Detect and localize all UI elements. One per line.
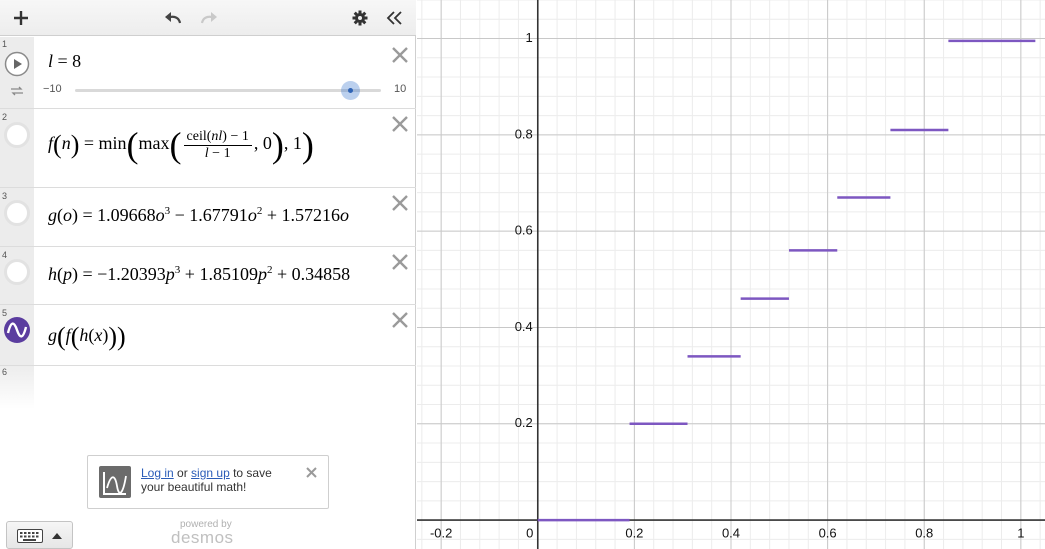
- x-tick-label: 0: [526, 526, 533, 541]
- x-tick-label: -0.2: [430, 526, 452, 541]
- close-icon: [306, 467, 317, 478]
- close-icon: [392, 116, 408, 132]
- expression-index: 3: [2, 191, 8, 201]
- delete-expression-button[interactable]: [390, 45, 410, 65]
- major-gridlines: [417, 0, 1045, 549]
- toggle-visibility-button[interactable]: [4, 259, 30, 285]
- delete-expression-button[interactable]: [390, 114, 410, 134]
- expression-index: 6: [2, 367, 8, 377]
- login-save-text: to save: [229, 466, 272, 480]
- undo-icon: [165, 12, 182, 24]
- slider-value: 8: [72, 51, 82, 71]
- y-tick-label: 0.8: [515, 126, 533, 141]
- series-g-f-h: [537, 39, 1036, 522]
- keypad-toggle-button[interactable]: [6, 521, 73, 549]
- add-item-button[interactable]: [8, 6, 34, 30]
- play-icon: [4, 51, 30, 77]
- slider-thumb[interactable]: [341, 81, 360, 100]
- y-tick-label: 1: [526, 30, 533, 45]
- redo-icon: [200, 12, 217, 24]
- expression-math[interactable]: f(n) = min(max(ceil(nl) − 1l − 1, 0), 1): [48, 124, 382, 166]
- x-tick-label: 1: [1017, 526, 1024, 541]
- redo-button[interactable]: [196, 6, 222, 30]
- slider-min-label: −10: [43, 83, 62, 95]
- double-chevron-left-icon: [386, 11, 402, 25]
- x-tick-label: 0.4: [722, 526, 740, 541]
- delete-expression-button[interactable]: [390, 252, 410, 272]
- login-message: Log in or sign up to save your beautiful…: [141, 466, 272, 494]
- expression-index: 4: [2, 250, 8, 260]
- sign-up-link[interactable]: sign up: [191, 466, 230, 480]
- x-tick-label: 0.6: [819, 526, 837, 541]
- delete-expression-button[interactable]: [390, 310, 410, 330]
- expression-item-4[interactable]: 4 h(p) = −1.20393p3 + 1.85109p2 + 0.3485…: [0, 248, 416, 305]
- expression-index: 1: [2, 39, 8, 49]
- loop-mode-button[interactable]: [9, 84, 25, 102]
- expression-item-6[interactable]: 6: [0, 367, 416, 409]
- expression-math[interactable]: g(f(h(x))): [48, 322, 382, 352]
- gear-icon: [352, 10, 368, 26]
- close-icon: [392, 47, 408, 63]
- login-line2-text: your beautiful math!: [141, 480, 247, 494]
- close-icon: [392, 254, 408, 270]
- toggle-visibility-button[interactable]: [4, 317, 30, 343]
- expression-math[interactable]: l = 8: [48, 51, 382, 72]
- play-slider-button[interactable]: [4, 51, 30, 77]
- toggle-visibility-button[interactable]: [4, 200, 30, 226]
- graph-plot[interactable]: -0.2 0 0.2 0.4 0.6 0.8 1 0.2 0.4 0.6 0.8 1: [417, 0, 1045, 549]
- delete-expression-button[interactable]: [390, 193, 410, 213]
- caret-up-icon: [52, 533, 62, 539]
- close-icon: [392, 195, 408, 211]
- desmos-logo-icon: [99, 466, 131, 498]
- repeat-icon: [11, 86, 23, 96]
- settings-button[interactable]: [347, 6, 373, 30]
- graph-canvas[interactable]: -0.2 0 0.2 0.4 0.6 0.8 1 0.2 0.4 0.6 0.8 1: [417, 0, 1045, 549]
- tick-labels: -0.2 0 0.2 0.4 0.6 0.8 1 0.2 0.4 0.6 0.8 1: [430, 30, 1025, 541]
- login-prompt: Log in or sign up to save your beautiful…: [87, 455, 329, 509]
- slider-variable: l: [48, 51, 54, 71]
- desmos-wordmark: desmos: [171, 528, 234, 547]
- expression-panel: 1 l = 8 −10 10 2 f(n) = min(max(ceil(nl)…: [0, 0, 416, 549]
- y-tick-label: 0.6: [515, 223, 533, 238]
- x-tick-label: 0.8: [915, 526, 933, 541]
- dismiss-login-button[interactable]: [305, 466, 318, 484]
- toggle-visibility-button[interactable]: [4, 122, 30, 148]
- log-in-link[interactable]: Log in: [141, 466, 174, 480]
- collapse-panel-button[interactable]: [382, 6, 408, 30]
- plus-icon: [14, 11, 28, 25]
- undo-button[interactable]: [160, 6, 186, 30]
- close-icon: [392, 312, 408, 328]
- y-tick-label: 0.4: [515, 319, 533, 334]
- expression-item-3[interactable]: 3 g(o) = 1.09668o3 − 1.67791o2 + 1.57216…: [0, 189, 416, 247]
- expression-toolbar: [0, 0, 416, 36]
- expression-item-5[interactable]: 5 g(f(h(x))): [0, 306, 416, 366]
- x-tick-label: 0.2: [625, 526, 643, 541]
- expression-math[interactable]: g(o) = 1.09668o3 − 1.67791o2 + 1.57216o: [48, 205, 382, 226]
- expression-index: 2: [2, 112, 8, 122]
- slider-max-label: 10: [394, 83, 407, 95]
- expression-item-2[interactable]: 2 f(n) = min(max(ceil(nl) − 1l − 1, 0), …: [0, 110, 416, 188]
- keyboard-icon: [17, 529, 43, 543]
- expression-math[interactable]: h(p) = −1.20393p3 + 1.85109p2 + 0.34858: [48, 264, 382, 285]
- slider-track[interactable]: [75, 89, 381, 92]
- y-tick-label: 0.2: [515, 415, 533, 430]
- graph-style-icon: [4, 317, 30, 343]
- login-or-text: or: [173, 466, 192, 480]
